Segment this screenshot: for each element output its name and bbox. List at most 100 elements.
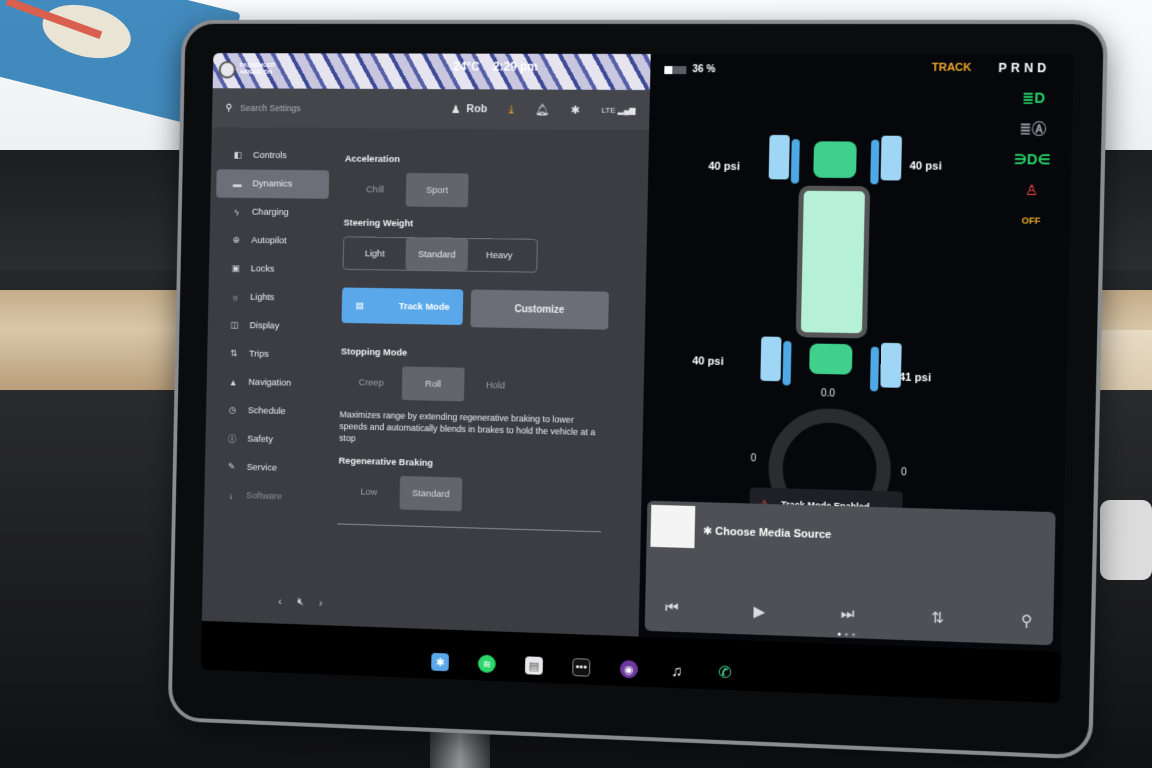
- safety-icon: ⓘ: [227, 434, 237, 445]
- sidebar-item-navigation[interactable]: ▲ Navigation: [212, 367, 325, 398]
- wheel-rear-left: [760, 336, 782, 382]
- tire-pressure-rear-left: 40 psi: [692, 355, 724, 368]
- wrench-icon: ✎: [227, 461, 236, 472]
- media-controls: ⏮︎ ▶︎ ⏭︎ ⇅ ⚲: [665, 599, 1033, 630]
- phone-app-icon[interactable]: ✆: [716, 663, 734, 683]
- sidebar-item-label: Display: [249, 320, 280, 332]
- high-beam-icon: ≣D: [1022, 89, 1046, 107]
- sidebar-item-label: Navigation: [248, 376, 292, 389]
- telltale-lights: ≣D ≣Ⓐ ∋D∈ ♙ OFF: [1012, 90, 1052, 230]
- customize-button[interactable]: Customize: [470, 289, 609, 330]
- schedule-icon: ◷: [228, 404, 237, 415]
- regen-braking-selector: Low Standard: [338, 474, 626, 516]
- sidebar-item-dynamics[interactable]: ▬ Dynamics: [216, 169, 330, 199]
- bell-icon[interactable]: 🔔︎: [535, 103, 549, 116]
- battery-indicator: 36 %: [664, 64, 715, 75]
- acceleration-chill-option[interactable]: Chill: [344, 172, 406, 206]
- bolt-icon: ϟ: [234, 207, 240, 217]
- stopping-mode-selector: Creep Roll Hold: [340, 365, 628, 405]
- search-icon[interactable]: ⚲: [1021, 611, 1033, 630]
- acceleration-sport-option[interactable]: Sport: [405, 172, 469, 208]
- bluetooth-app-icon[interactable]: ✱: [431, 652, 449, 672]
- sidebar-item-label: Service: [246, 462, 278, 474]
- stopping-roll-option[interactable]: Roll: [401, 366, 465, 402]
- gauge-value-right: 0: [900, 467, 907, 479]
- download-icon[interactable]: ⤓: [509, 103, 514, 116]
- media-source-button[interactable]: ✱ Choose Media Source: [703, 524, 832, 541]
- stopping-mode-title: Stopping Mode: [340, 346, 408, 359]
- sidebar-item-label: Schedule: [247, 405, 286, 417]
- sidebar-item-label: Locks: [250, 263, 275, 275]
- brake-front-left: [790, 139, 800, 184]
- sidebar-item-charging[interactable]: ϟ Charging: [216, 198, 329, 228]
- sun-icon: ☼: [230, 292, 239, 302]
- chevron-left-icon[interactable]: ‹: [278, 596, 282, 608]
- equalizer-icon[interactable]: ⇅: [931, 608, 944, 627]
- navigation-icon: ▲: [228, 377, 238, 387]
- camera-app-icon[interactable]: ◉: [619, 659, 639, 679]
- sidebar-item-controls[interactable]: ◧ Controls: [217, 141, 330, 170]
- front-motor: [813, 141, 857, 179]
- more-apps-icon[interactable]: •••: [572, 658, 591, 677]
- battery-icon: [664, 65, 687, 74]
- driver-profile-button[interactable]: ♟ Rob: [451, 103, 488, 116]
- regen-low-option[interactable]: Low: [338, 474, 400, 509]
- seatbelt-warning-icon: ♙: [1024, 181, 1039, 199]
- notes-app-icon[interactable]: ▤: [524, 656, 544, 675]
- track-mode-button[interactable]: ▤ Track Mode: [341, 287, 464, 326]
- car-status-panel: 36 % TRACK PRND ≣D ≣Ⓐ ∋D∈ ♙ OFF 40 psi 40 ps…: [637, 53, 1074, 704]
- brake-rear-left: [782, 340, 792, 386]
- user-name: Rob: [466, 103, 488, 116]
- sidebar-item-label: Software: [246, 490, 282, 503]
- battery-pack: [795, 185, 871, 339]
- bluetooth-icon[interactable]: ✱: [571, 103, 580, 116]
- tire-pressure-front-right: 40 psi: [909, 160, 942, 173]
- sidebar-item-service[interactable]: ✎ Service: [210, 452, 323, 483]
- steering-standard-option[interactable]: Standard: [405, 238, 469, 271]
- sidebar-item-software[interactable]: ↓ Software: [210, 481, 323, 513]
- volume-control: ‹ 🔇︎ ›: [278, 595, 323, 609]
- sidebar-item-locks[interactable]: ▣ Locks: [214, 254, 327, 284]
- steering-weight-selector: Light Standard Heavy: [342, 236, 538, 273]
- brake-front-right: [870, 139, 880, 185]
- mute-icon[interactable]: 🔇︎: [297, 596, 304, 609]
- rear-motor: [809, 343, 853, 375]
- sidebar-item-autopilot[interactable]: ⊕ Autopilot: [215, 226, 328, 256]
- play-icon[interactable]: ▶︎: [753, 602, 765, 621]
- vehicle-chassis-diagram: [760, 134, 903, 392]
- sidebar-item-safety[interactable]: ⓘ Safety: [211, 424, 324, 455]
- regen-standard-option[interactable]: Standard: [399, 475, 463, 512]
- settings-panel: PASSENGER AIRBAG ON 24°C 2:29 pm ⚲ Searc…: [200, 53, 651, 687]
- sidebar-item-trips[interactable]: ⇅ Trips: [213, 339, 326, 370]
- search-icon: ⚲: [225, 102, 233, 114]
- section-divider: [337, 523, 601, 533]
- sidebar-item-schedule[interactable]: ◷ Schedule: [212, 396, 325, 427]
- spotify-app-icon[interactable]: ≋: [477, 654, 496, 674]
- display-icon: ◫: [230, 319, 239, 330]
- previous-icon[interactable]: ⏮︎: [665, 599, 679, 618]
- sidebar-item-display[interactable]: ◫ Display: [213, 311, 326, 341]
- music-app-icon[interactable]: ♫: [668, 662, 686, 681]
- sidebar-item-label: Dynamics: [252, 178, 293, 190]
- chevron-right-icon[interactable]: ›: [319, 597, 323, 609]
- search-input[interactable]: ⚲ Search Settings: [225, 102, 417, 114]
- auto-headlight-icon: ≣Ⓐ: [1019, 120, 1047, 137]
- status-bar: 24°C 2:29 pm: [453, 60, 538, 74]
- air-vent: [1100, 500, 1152, 580]
- steering-weight-title: Steering Weight: [343, 217, 414, 230]
- stopping-creep-option[interactable]: Creep: [340, 365, 402, 400]
- touchscreen: PASSENGER AIRBAG ON 24°C 2:29 pm ⚲ Searc…: [200, 53, 1074, 704]
- settings-header: ⚲ Search Settings ♟ Rob ⤓ 🔔︎ ✱ LTE ▂▄▆: [211, 88, 650, 131]
- stopping-hold-option[interactable]: Hold: [464, 368, 527, 403]
- sidebar-item-lights[interactable]: ☼ Lights: [214, 283, 327, 313]
- next-icon[interactable]: ⏭︎: [840, 605, 855, 624]
- track-mode-icon: ▤: [355, 299, 365, 311]
- sidebar-item-label: Lights: [250, 291, 275, 304]
- lte-signal-icon: LTE ▂▄▆: [601, 105, 636, 115]
- wheel-front-right: [880, 135, 903, 181]
- steering-heavy-option[interactable]: Heavy: [468, 239, 531, 272]
- media-source-label: Choose Media Source: [714, 525, 832, 542]
- gear-indicator: TRACK PRND: [932, 61, 1051, 75]
- sidebar-item-label: Safety: [247, 433, 274, 446]
- steering-light-option[interactable]: Light: [344, 237, 406, 269]
